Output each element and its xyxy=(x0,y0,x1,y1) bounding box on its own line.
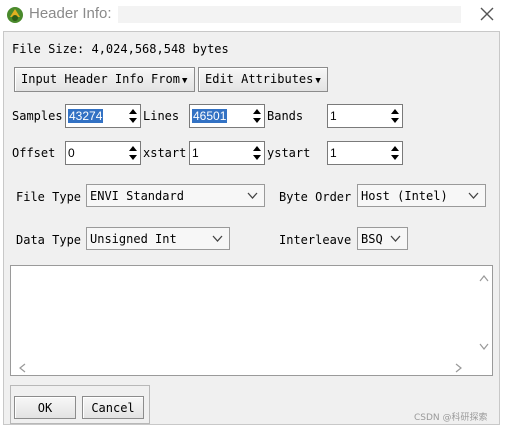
edit-attributes-label: Edit Attributes xyxy=(205,72,314,86)
header-info-dialog: File Size: 4,024,568,548 bytes Input Hea… xyxy=(3,31,500,425)
input-header-info-from-button[interactable]: Input Header Info From ▼ xyxy=(14,67,195,92)
input-header-info-from-label: Input Header Info From xyxy=(21,72,180,86)
menu-down-arrow-icon: ▼ xyxy=(315,76,321,86)
lines-input[interactable]: 46501 xyxy=(189,104,265,128)
interleave-select[interactable]: BSQ xyxy=(357,227,408,250)
spinner-arrows-icon[interactable] xyxy=(127,144,139,162)
spinner-arrows-icon[interactable] xyxy=(389,144,401,162)
data-type-label: Data Type xyxy=(16,233,82,247)
file-type-value: ENVI Standard xyxy=(90,189,184,203)
lines-value: 46501 xyxy=(192,109,228,123)
bands-input[interactable]: 1 xyxy=(327,104,403,128)
offset-label: Offset xyxy=(12,146,56,160)
byte-order-label: Byte Order xyxy=(279,190,352,204)
byte-order-select[interactable]: Host (Intel) xyxy=(357,184,486,207)
xstart-label: xstart xyxy=(143,146,187,160)
ystart-input[interactable]: 1 xyxy=(327,141,403,165)
header-info-text-area[interactable] xyxy=(10,265,493,376)
byte-order-value: Host (Intel) xyxy=(361,189,448,203)
xstart-value: 1 xyxy=(192,146,199,160)
close-icon[interactable] xyxy=(478,5,496,23)
bands-label: Bands xyxy=(267,109,304,123)
window-title-filename xyxy=(118,6,461,23)
watermark: CSDN @科研探索 xyxy=(414,413,488,423)
offset-value: 0 xyxy=(68,146,75,160)
edit-attributes-button[interactable]: Edit Attributes ▼ xyxy=(198,67,328,92)
cancel-button[interactable]: Cancel xyxy=(82,396,144,419)
scroll-up-icon[interactable] xyxy=(479,274,489,282)
chevron-down-icon xyxy=(247,192,258,199)
samples-input[interactable]: 43274 xyxy=(65,104,141,128)
chevron-down-icon xyxy=(390,235,401,242)
xstart-input[interactable]: 1 xyxy=(189,141,265,165)
data-type-value: Unsigned Int xyxy=(90,232,177,246)
file-type-label: File Type xyxy=(16,190,82,204)
scroll-down-icon[interactable] xyxy=(479,343,489,351)
scroll-right-icon[interactable] xyxy=(455,363,463,373)
spinner-arrows-icon[interactable] xyxy=(251,144,263,162)
lines-label: Lines xyxy=(143,109,180,123)
window-title: Header Info: xyxy=(29,5,112,22)
file-size-label: File Size: 4,024,568,548 bytes xyxy=(12,42,229,56)
ystart-value: 1 xyxy=(330,146,337,160)
scroll-left-icon[interactable] xyxy=(18,363,26,373)
interleave-label: Interleave xyxy=(279,233,352,247)
data-type-select[interactable]: Unsigned Int xyxy=(86,227,230,250)
offset-input[interactable]: 0 xyxy=(65,141,141,165)
bands-value: 1 xyxy=(330,109,337,123)
interleave-value: BSQ xyxy=(361,232,383,246)
menu-down-arrow-icon: ▼ xyxy=(181,76,188,86)
envi-logo-icon xyxy=(7,7,23,23)
chevron-down-icon xyxy=(468,192,479,199)
samples-label: Samples xyxy=(12,109,63,123)
spinner-arrows-icon[interactable] xyxy=(389,107,401,125)
ok-button[interactable]: OK xyxy=(14,396,76,419)
spinner-arrows-icon[interactable] xyxy=(251,107,263,125)
spinner-arrows-icon[interactable] xyxy=(127,107,139,125)
ystart-label: ystart xyxy=(267,146,311,160)
chevron-down-icon xyxy=(212,235,223,242)
title-bar: Header Info: xyxy=(0,0,505,30)
file-type-select[interactable]: ENVI Standard xyxy=(86,184,265,207)
samples-value: 43274 xyxy=(68,109,104,123)
